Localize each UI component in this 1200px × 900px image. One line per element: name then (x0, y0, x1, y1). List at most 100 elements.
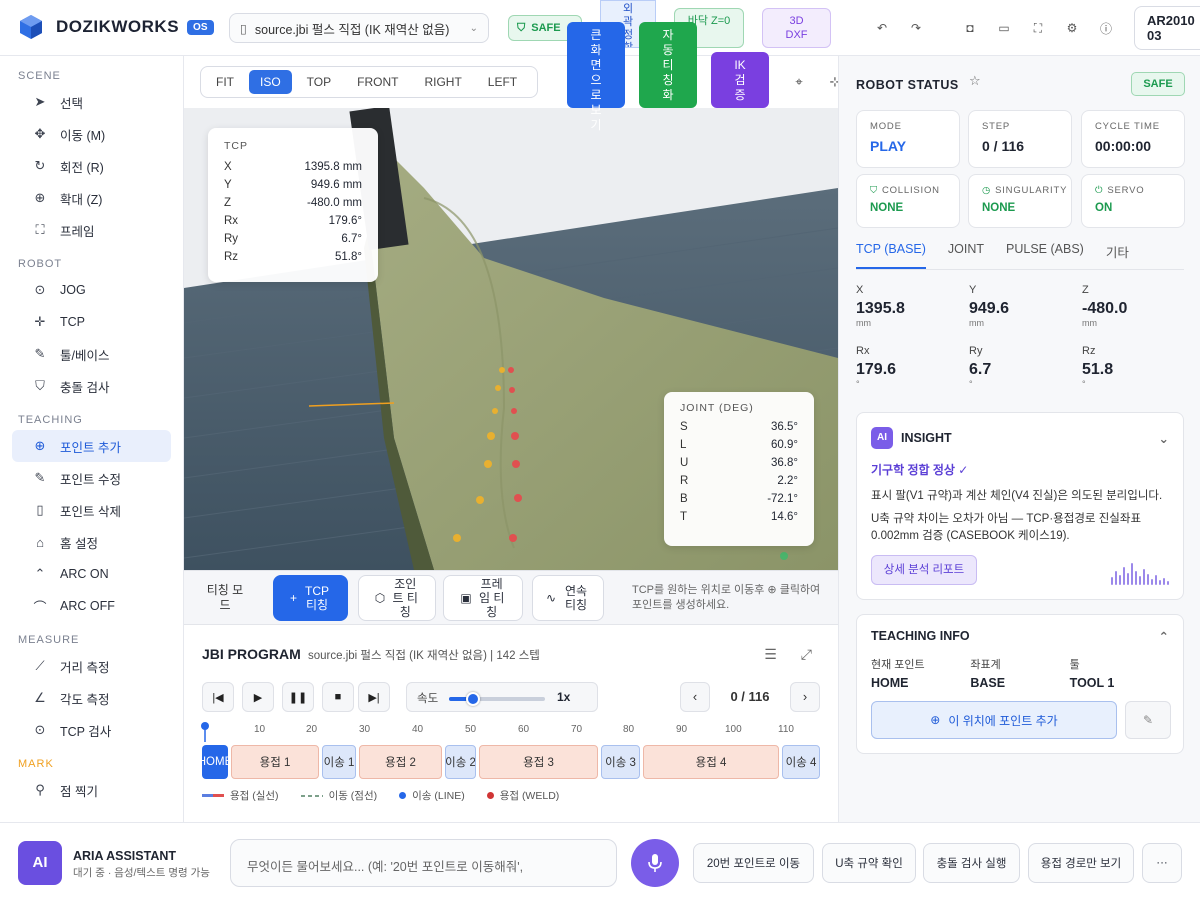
chevron-up-icon[interactable]: ⌃ (1159, 629, 1169, 644)
sidebar-item-tool-base[interactable]: ✎ 툴/베이스 (12, 338, 171, 370)
tab-left[interactable]: LEFT (477, 70, 528, 94)
axis-rx: Rx 179.6 ° (856, 345, 956, 389)
sidebar-item-distance[interactable]: ⟋ 거리 측정 (12, 650, 171, 682)
assistant-input[interactable]: 무엇이든 물어보세요... (예: '20번 포인트로 이동해줘', (230, 839, 617, 887)
camera-icon[interactable]: ◘ (958, 16, 982, 40)
pause-button[interactable]: ❚❚ (282, 682, 314, 712)
play-button[interactable]: ▶ (242, 682, 274, 712)
stop-button[interactable]: ■ (322, 682, 354, 712)
star-icon[interactable]: ☆ (969, 73, 981, 89)
quick-weld-path-button[interactable]: 용접 경로만 보기 (1028, 843, 1134, 883)
joint-value: 14.6° (771, 511, 798, 523)
expand-icon[interactable]: ⤢ (801, 646, 812, 663)
settings-icon[interactable]: ⚙ (1060, 16, 1084, 40)
crosshair-icon[interactable]: ⌖ (790, 74, 808, 92)
segment-weld-3[interactable]: 용접 3 (479, 745, 598, 779)
continuous-teach-button[interactable]: ∿ 연속 티칭 (532, 575, 604, 621)
segment-weld-2[interactable]: 용접 2 (359, 745, 442, 779)
sidebar-item-pin[interactable]: ⚲ 점 찍기 (12, 774, 171, 806)
sidebar-item-edit-point[interactable]: ✎ 포인트 수정 (12, 462, 171, 494)
video-icon[interactable]: ▭ (992, 16, 1016, 40)
tab-etc[interactable]: 기타 (1106, 242, 1129, 269)
tab-tcp-base[interactable]: TCP (BASE) (856, 242, 926, 269)
chevron-down-icon: ⌄ (469, 22, 478, 34)
sidebar-item-frame[interactable]: ⛶ 프레임 (12, 214, 171, 246)
sidebar-item-label: TCP (60, 315, 85, 329)
segment-move-3[interactable]: 이송 3 (601, 745, 640, 779)
sidebar-item-arc-on[interactable]: ⌃ ARC ON (12, 558, 171, 590)
app-logo[interactable]: DOZIKWORKS OS (18, 14, 214, 40)
quick-move-20-button[interactable]: 20번 포인트로 이동 (693, 843, 814, 883)
skip-forward-button[interactable]: ▶| (358, 682, 390, 712)
tab-front[interactable]: FRONT (346, 70, 409, 94)
quick-collision-button[interactable]: 충돌 검사 실행 (923, 843, 1020, 883)
tab-joint[interactable]: JOINT (948, 242, 984, 269)
undo-icon[interactable]: ↶ (870, 16, 894, 40)
sidebar-item-move[interactable]: ✥ 이동 (M) (12, 118, 171, 150)
edit-point-button[interactable]: ✎ (1125, 701, 1171, 739)
frame-teach-button[interactable]: ▣ 프레임 티칭 (443, 575, 523, 621)
tab-fit[interactable]: FIT (205, 70, 245, 94)
sidebar-item-home[interactable]: ⌂ 홈 설정 (12, 526, 171, 558)
sidebar-item-zoom[interactable]: ⊕ 확대 (Z) (12, 182, 171, 214)
segment-move-4[interactable]: 이송 4 (782, 745, 820, 779)
sidebar-item-jog[interactable]: ⊙ JOG (12, 274, 171, 306)
sidebar-item-tcp[interactable]: ✛ TCP (12, 306, 171, 338)
sidebar-item-angle[interactable]: ∠ 각도 측정 (12, 682, 171, 714)
big-screen-button[interactable]: 큰화면으로보기 (567, 22, 625, 132)
sidebar-item-arc-off[interactable]: ⌒ ARC OFF (12, 590, 171, 622)
mic-button[interactable] (631, 839, 679, 887)
frame-icon: ⛶ (35, 222, 45, 237)
auto-teach-button[interactable]: 자동티칭화 (639, 22, 697, 108)
sidebar-item-collision[interactable]: ⛉ 충돌 검사 (12, 370, 171, 402)
axis-z: Z -480.0 mm (1082, 284, 1182, 328)
segment-weld-1[interactable]: 용접 1 (231, 745, 319, 779)
redo-icon[interactable]: ↷ (904, 16, 928, 40)
sidebar-item-rotate[interactable]: ↻ 회전 (R) (12, 150, 171, 182)
legend-label: 용접 (WELD) (499, 790, 560, 802)
next-step-button[interactable]: › (790, 682, 820, 712)
list-icon[interactable]: ☰ (764, 646, 777, 663)
segment-home[interactable]: HOME (202, 745, 228, 779)
sidebar-item-add-point[interactable]: ⊕ 포인트 추가 (12, 430, 171, 462)
tab-top[interactable]: TOP (296, 70, 342, 94)
joint-teach-button[interactable]: ⬡ 조인트 티칭 (358, 575, 436, 621)
dxf-button[interactable]: 3D DXF (762, 8, 831, 48)
file-selector[interactable]: ▯ source.jbi 펄스 직접 (IK 재역산 없음) ⌄ (229, 13, 489, 43)
tcp-row: Rx 179.6° (224, 212, 362, 230)
section-measure: MEASURE (18, 634, 80, 646)
sidebar-item-delete-point[interactable]: ▯ 포인트 삭제 (12, 494, 171, 526)
prev-step-button[interactable]: ‹ (680, 682, 710, 712)
sidebar-item-label: 포인트 삭제 (60, 504, 121, 519)
sidebar-item-select[interactable]: ➤ 선택 (12, 86, 171, 118)
sidebar-item-label: 거리 측정 (60, 660, 110, 675)
file-icon: ▯ (240, 21, 247, 36)
coordinate-tabs: TCP (BASE) JOINT PULSE (ABS) 기타 (856, 242, 1151, 269)
quick-u-axis-button[interactable]: U축 규약 확인 (822, 843, 916, 883)
help-icon[interactable]: ⓘ (1094, 16, 1118, 40)
fullscreen-icon[interactable]: ⛶ (1026, 16, 1050, 40)
more-button[interactable]: ··· (1142, 843, 1182, 883)
tab-right[interactable]: RIGHT (413, 70, 472, 94)
tcp-teach-button[interactable]: + TCP 티칭 (273, 575, 348, 621)
tab-iso[interactable]: ISO (249, 70, 292, 94)
chevron-down-icon[interactable]: ⌄ (1159, 431, 1169, 446)
speed-knob[interactable] (466, 692, 480, 706)
tab-pulse[interactable]: PULSE (ABS) (1006, 242, 1084, 269)
sidebar-item-tcp-check[interactable]: ⊙ TCP 검사 (12, 714, 171, 746)
add-point-here-button[interactable]: ⊕ 이 위치에 포인트 추가 (871, 701, 1117, 739)
axis-unit: ° (1082, 379, 1086, 389)
tick-label: 10 (254, 724, 266, 735)
step-pager: ‹ 0 / 116 › (680, 682, 820, 712)
speed-slider[interactable] (449, 692, 545, 706)
tick-label: 40 (412, 724, 424, 735)
segment-move-2[interactable]: 이송 2 (445, 745, 476, 779)
axis-label: Y (969, 284, 977, 296)
robot-model-selector[interactable]: AR2010 03 (1134, 6, 1200, 50)
detail-report-button[interactable]: 상세 분석 리포트 (871, 555, 977, 585)
skip-back-button[interactable]: |◀ (202, 682, 234, 712)
ik-verify-button[interactable]: IK 검증 (711, 52, 769, 108)
program-icons: ☰ ⤢ (740, 646, 812, 663)
segment-move-1[interactable]: 이송 1 (322, 745, 356, 779)
segment-weld-4[interactable]: 용접 4 (643, 745, 779, 779)
